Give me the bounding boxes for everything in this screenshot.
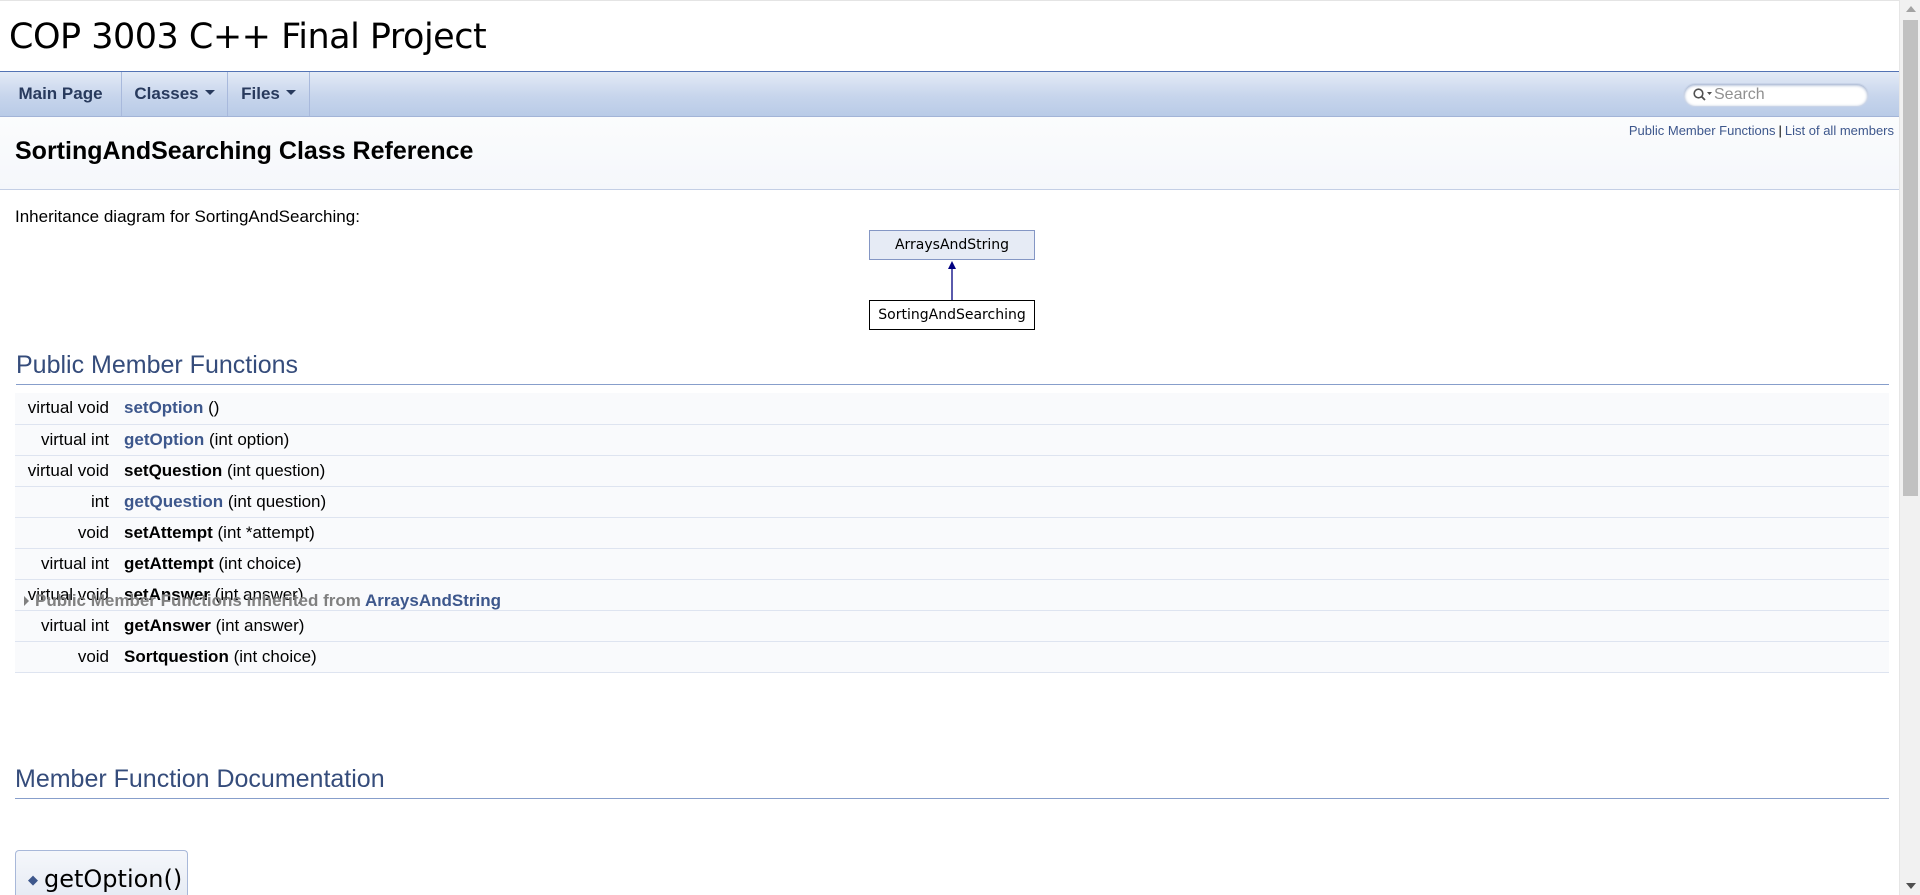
member-signature: Sortquestion (int choice) [124, 641, 1889, 673]
member-signature: getOption (int option) [124, 424, 1889, 456]
search-icon[interactable] [1692, 87, 1714, 103]
tab-main-page-label: Main Page [18, 84, 103, 103]
chevron-down-icon [285, 90, 296, 96]
member-args: (int question) [223, 491, 327, 511]
member-args: (int answer) [210, 615, 305, 635]
member-name-link[interactable]: setOption [124, 398, 203, 417]
member-functions-table: virtual void setOption () virtual int getOp… [15, 393, 1889, 673]
diagram-derived-class: SortingAndSearching [869, 300, 1035, 330]
member-signature: setOption () [124, 393, 1889, 425]
member-row: virtual int getAnswer (int answer) [15, 610, 1889, 642]
doxygen-page: COP 3003 C++ Final Project Main Page Cla… [0, 0, 1899, 895]
member-name: getAttempt [124, 553, 214, 573]
title-area: COP 3003 C++ Final Project [0, 0, 1899, 72]
inherited-members-toggle[interactable]: Public Member Functions inherited from A… [24, 591, 501, 611]
member-args: () [203, 398, 220, 418]
member-name: setAttempt [124, 522, 213, 542]
member-signature: getAnswer (int answer) [124, 610, 1889, 642]
inheritance-caption: Inheritance diagram for SortingAndSearch… [15, 207, 360, 226]
summary-links: Public Member Functions | List of all memb… [1629, 123, 1894, 138]
member-prototype-name: getOption() [44, 865, 183, 893]
page-title: SortingAndSearching Class Reference [15, 137, 474, 165]
member-signature: getQuestion (int question) [124, 486, 1889, 518]
diamond-icon: ◆ [28, 873, 38, 888]
member-return-type: virtual void [15, 393, 124, 425]
member-args: (int choice) [213, 553, 302, 573]
member-name-link[interactable]: getOption [124, 430, 204, 449]
member-signature: setAttempt (int *attempt) [124, 517, 1889, 549]
member-return-type: virtual void [15, 455, 124, 487]
tab-classes[interactable]: Classes [122, 72, 228, 116]
search-box[interactable] [1684, 84, 1868, 106]
member-row: void Sortquestion (int choice) [15, 641, 1889, 673]
summary-separator: | [1778, 123, 1782, 138]
member-row: virtual int getOption (int option) [15, 424, 1889, 456]
vertical-scrollbar[interactable] [1899, 0, 1920, 895]
member-args: (int question) [222, 460, 326, 480]
member-signature: getAttempt (int choice) [124, 548, 1889, 580]
chevron-down-icon [204, 90, 215, 96]
member-return-type: virtual int [15, 610, 124, 642]
member-row: virtual void setQuestion (int question) [15, 455, 1889, 487]
tab-classes-label: Classes [134, 84, 199, 103]
member-return-type: virtual int [15, 424, 124, 456]
project-name: COP 3003 C++ Final Project [9, 17, 487, 57]
nav-bar: Main Page Classes Files [0, 72, 1899, 117]
tab-main-page[interactable]: Main Page [0, 72, 122, 116]
member-function-documentation-heading: Member Function Documentation [15, 765, 1889, 799]
inheritance-arrow [948, 261, 956, 300]
diagram-base-class[interactable]: ArraysAndString [869, 230, 1035, 260]
list-all-members-link[interactable]: List of all members [1785, 123, 1894, 138]
member-row: int getQuestion (int question) [15, 486, 1889, 518]
member-name-link[interactable]: getQuestion [124, 492, 223, 511]
member-args: (int *attempt) [212, 522, 315, 542]
tab-files-label: Files [241, 84, 280, 103]
scroll-down-icon[interactable] [1906, 883, 1916, 889]
inheritance-diagram: ArraysAndString SortingAndSearching [869, 230, 1036, 332]
member-return-type: int [15, 486, 124, 518]
member-prototype: ◆ getOption() [15, 850, 188, 895]
member-name: getAnswer [124, 615, 211, 635]
member-return-type: virtual int [15, 548, 124, 580]
member-row: virtual int getAttempt (int choice) [15, 548, 1889, 580]
member-return-type: void [15, 517, 124, 549]
member-signature: setQuestion (int question) [124, 455, 1889, 487]
public-member-functions-link[interactable]: Public Member Functions [1629, 123, 1776, 138]
page-header: Public Member Functions | List of all memb… [0, 117, 1899, 190]
scroll-up-icon[interactable] [1906, 6, 1916, 12]
tab-files[interactable]: Files [228, 72, 310, 116]
member-row: void setAttempt (int *attempt) [15, 517, 1889, 549]
member-name: Sortquestion [124, 646, 229, 666]
scroll-thumb[interactable] [1903, 20, 1918, 496]
member-row: virtual void setOption () [15, 393, 1889, 425]
search-input[interactable] [1714, 84, 1862, 106]
member-args: (int option) [204, 429, 290, 449]
expand-triangle-icon[interactable] [24, 596, 29, 606]
inherited-members-label: Public Member Functions inherited from [35, 591, 365, 610]
member-args: (int choice) [228, 646, 317, 666]
member-name: setQuestion [124, 460, 223, 480]
member-return-type: void [15, 641, 124, 673]
public-member-functions-heading: Public Member Functions [16, 351, 1889, 385]
inherited-class-link[interactable]: ArraysAndString [365, 591, 501, 610]
